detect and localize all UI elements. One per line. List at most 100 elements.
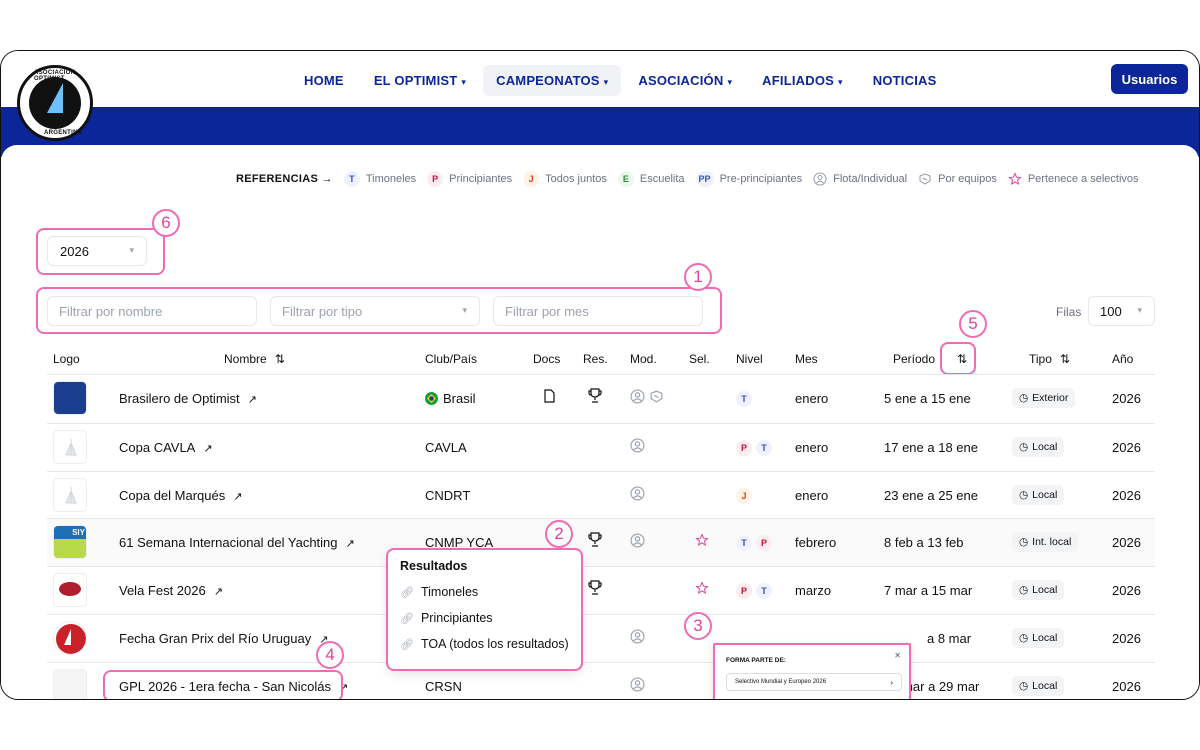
period-cell: 23 ene a 25 ene: [884, 488, 978, 503]
year-cell: 2026: [1112, 583, 1141, 598]
col-header-name[interactable]: Nombre ⇅: [224, 352, 285, 366]
sort-icon[interactable]: ⇅: [1060, 352, 1070, 366]
table-row[interactable]: Vela Fest 2026 ↗ PT marzo 7 mar a 15 mar …: [47, 567, 1155, 615]
col-header-results: Res.: [583, 352, 608, 366]
event-name[interactable]: Brasilero de Optimist ↗: [119, 391, 257, 406]
ref-escuelita: E Escuelita: [617, 171, 685, 187]
month-cell: enero: [795, 440, 829, 455]
chevron-down-icon: ▾: [461, 77, 467, 87]
trophy-icon[interactable]: [588, 388, 602, 406]
star-icon[interactable]: [695, 533, 709, 550]
club-cell: CRSN: [425, 679, 462, 694]
annotation-marker-3: 3: [684, 612, 712, 640]
external-link-icon: ↗: [233, 491, 243, 503]
ref-selectivos: Pertenece a selectivos: [1008, 172, 1139, 186]
ref-por-equipos: Por equipos: [918, 172, 997, 186]
event-logo: [53, 381, 87, 415]
user-circle-icon: [630, 438, 645, 456]
nav-item-campeonatos[interactable]: CAMPEONATOS ▾: [483, 65, 622, 96]
period-cell: 5 ene a 15 ene: [884, 391, 971, 406]
year-cell: 2026: [1112, 391, 1141, 406]
level-badges: TP: [736, 534, 776, 551]
month-cell: febrero: [795, 535, 837, 550]
table-row[interactable]: Copa del Marqués ↗ CNDRT J enero 23 ene a…: [47, 472, 1155, 520]
event-logo: [53, 430, 87, 464]
col-header-mod: Mod.: [630, 352, 657, 366]
table-row[interactable]: Copa CAVLA ↗ CAVLA PT enero 17 ene a 18 e…: [47, 424, 1155, 472]
event-logo: [53, 573, 87, 607]
user-circle-icon: [630, 389, 645, 404]
chevron-down-icon: ▾: [838, 77, 843, 87]
type-badge: ◷ Local: [1012, 485, 1065, 505]
users-button[interactable]: Usuarios: [1111, 64, 1188, 94]
event-name[interactable]: 61 Semana Internacional del Yachting ↗: [119, 535, 355, 550]
nav-item-el-optimist[interactable]: EL OPTIMIST ▾: [361, 65, 479, 96]
event-name[interactable]: Vela Fest 2026 ↗: [119, 583, 223, 598]
type-badge: ◷ Local: [1012, 628, 1065, 648]
sort-icon[interactable]: ⇅: [275, 352, 285, 366]
col-header-sel: Sel.: [689, 352, 710, 366]
star-icon: [1008, 172, 1022, 186]
external-link-icon: ↗: [247, 394, 257, 406]
year-cell: 2026: [1112, 488, 1141, 503]
ref-todos-juntos: J Todos juntos: [523, 171, 607, 187]
ref-pre-principiantes: PP Pre-principiantes: [695, 171, 802, 187]
level-badges: PT: [736, 439, 776, 456]
star-icon[interactable]: [695, 581, 709, 598]
col-header-logo: Logo: [53, 352, 80, 366]
col-header-month: Mes: [795, 352, 818, 366]
user-circle-icon: [630, 533, 645, 551]
event-name[interactable]: Copa del Marqués ↗: [119, 488, 242, 503]
ref-timoneles: T Timoneles: [343, 171, 416, 187]
event-logo: [53, 478, 87, 512]
year-cell: 2026: [1112, 535, 1141, 550]
level-badges: PT: [736, 582, 776, 599]
annotation-marker-4: 4: [316, 641, 344, 669]
col-header-docs: Docs: [533, 352, 561, 366]
nav-item-asociacion[interactable]: ASOCIACIÓN ▾: [625, 65, 745, 96]
highlight-box-4: [103, 670, 343, 699]
club-cell: Brasil: [425, 391, 476, 406]
year-cell: 2026: [1112, 679, 1141, 694]
annotation-marker-2: 2: [545, 520, 573, 548]
rows-per-page-select[interactable]: 100 ▾: [1088, 296, 1155, 326]
main-nav: HOME EL OPTIMIST ▾ CAMPEONATOS ▾ ASOCIACIÓ…: [291, 65, 949, 96]
chevron-down-icon: ▾: [603, 77, 609, 87]
table-row[interactable]: SIY 61 Semana Internacional del Yachting…: [47, 519, 1155, 567]
type-badge: ◷ Exterior: [1012, 388, 1076, 408]
level-badges: J: [736, 487, 756, 504]
document-icon[interactable]: [544, 389, 555, 406]
clock-icon: ◷: [1019, 392, 1029, 404]
event-logo: [53, 621, 87, 655]
highlight-box-1: [36, 287, 722, 334]
highlight-box-6: [36, 228, 165, 275]
table-row[interactable]: Fecha Gran Prix del Río Uruguay ↗ a 8 mar…: [47, 615, 1155, 663]
event-name[interactable]: Fecha Gran Prix del Río Uruguay ↗: [119, 631, 328, 646]
period-cell: 17 ene a 18 ene: [884, 440, 978, 455]
rows-label: Filas: [1056, 305, 1082, 319]
type-badge: ◷ Local: [1012, 676, 1065, 696]
user-circle-icon: [630, 629, 645, 647]
highlight-box-2: [386, 548, 583, 671]
ref-flota-individual: Flota/Individual: [813, 172, 907, 186]
trophy-icon[interactable]: [588, 580, 602, 598]
brazil-flag-icon: [425, 392, 438, 405]
annotation-marker-5: 5: [959, 310, 987, 338]
event-name[interactable]: Copa CAVLA ↗: [119, 440, 213, 455]
ref-principiantes: P Principiantes: [427, 171, 512, 187]
nav-item-noticias[interactable]: NOTICIAS: [860, 65, 950, 96]
association-logo[interactable]: ASOCIACION OPTIMIST ARGENTINA: [17, 65, 93, 141]
clock-icon: ◷: [1019, 441, 1029, 453]
nav-item-home[interactable]: HOME: [291, 65, 357, 96]
period-cell: 8 feb a 13 feb: [884, 535, 964, 550]
table-row[interactable]: Brasilero de Optimist ↗ Brasil T enero 5 …: [47, 375, 1155, 423]
nav-item-afiliados[interactable]: AFILIADOS ▾: [749, 65, 856, 96]
type-badge: ◷ Local: [1012, 580, 1065, 600]
team-icon: [650, 390, 663, 403]
user-circle-icon: [813, 172, 827, 186]
highlight-box-5: [940, 342, 976, 375]
event-logo: SIY: [53, 525, 87, 559]
top-navigation-bar: HOME EL OPTIMIST ▾ CAMPEONATOS ▾ ASOCIACIÓ…: [1, 51, 1199, 109]
trophy-icon[interactable]: [588, 532, 602, 550]
col-header-type[interactable]: Tipo ⇅: [1029, 352, 1070, 366]
